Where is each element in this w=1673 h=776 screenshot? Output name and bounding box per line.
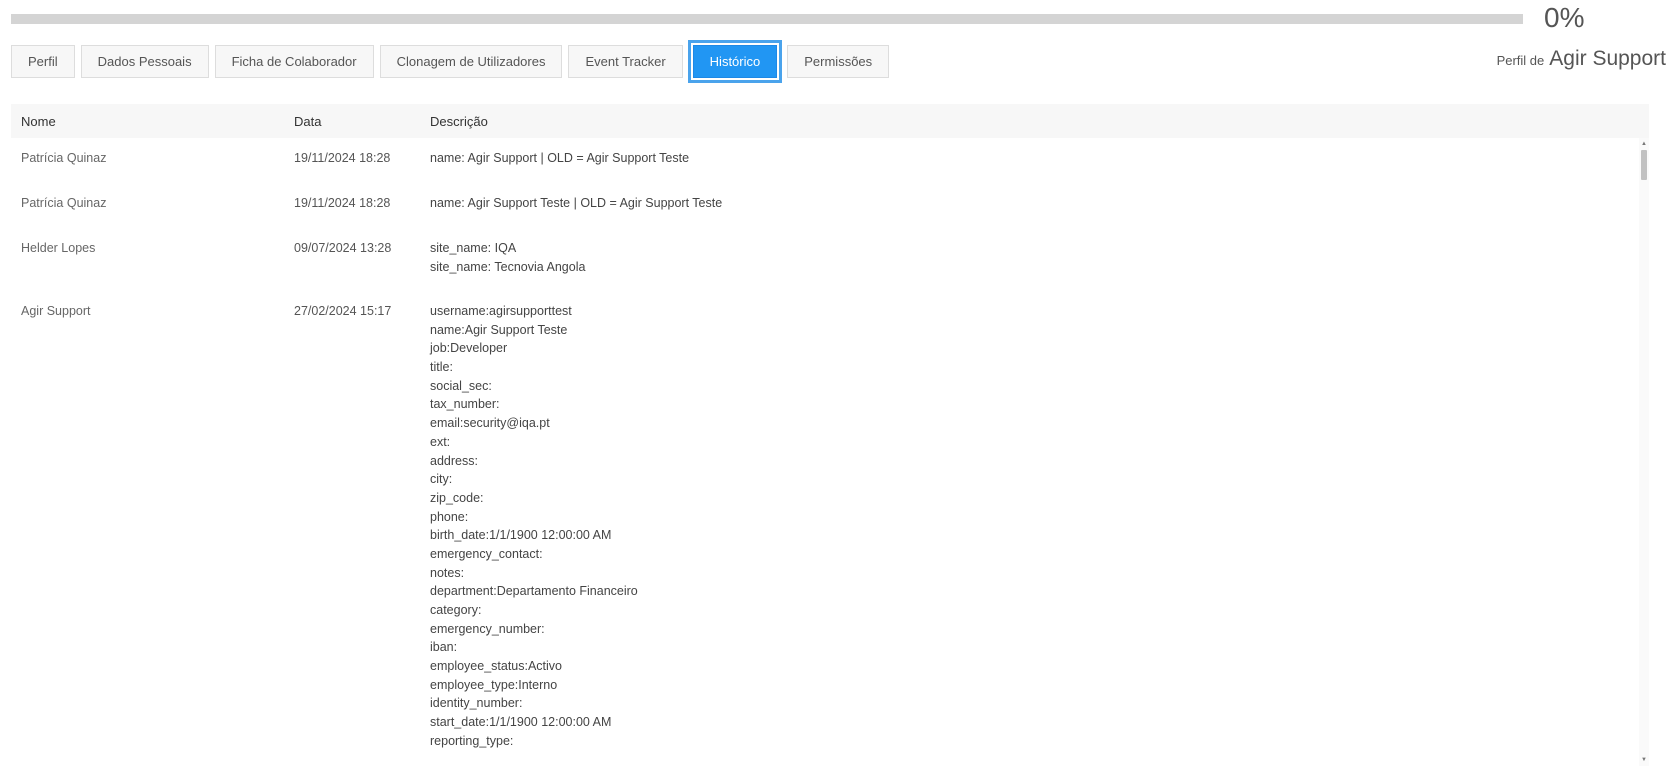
column-header-descricao[interactable]: Descrição xyxy=(430,114,488,129)
cell-descricao: name: Agir Support | OLD = Agir Support … xyxy=(430,149,1580,168)
table-row: Helder Lopes 09/07/2024 13:28 site_name: I… xyxy=(11,228,1636,291)
cell-nome: Patrícia Quinaz xyxy=(21,151,107,165)
descricao-line: city: xyxy=(430,472,453,487)
descricao-line: site_name: Tecnovia Angola xyxy=(430,259,586,274)
profile-title: Perfil de Agir Support xyxy=(1497,47,1666,71)
tab-event-tracker[interactable]: Event Tracker xyxy=(568,45,683,78)
scroll-up-arrow-icon[interactable]: ▲ xyxy=(1639,140,1649,148)
descricao-line: email:security@iqa.pt xyxy=(430,416,550,431)
table-body: Patrícia Quinaz 19/11/2024 18:28 name: Agi… xyxy=(11,138,1636,766)
descricao-line: phone: xyxy=(430,509,469,524)
column-header-nome[interactable]: Nome xyxy=(21,114,56,129)
descricao-line: address: xyxy=(430,453,478,468)
tab-ficha-de-colaborador[interactable]: Ficha de Colaborador xyxy=(214,45,374,78)
scroll-down-arrow-icon[interactable]: ▼ xyxy=(1639,756,1649,764)
table-row: Patrícia Quinaz 19/11/2024 18:28 name: Agi… xyxy=(11,138,1636,183)
tab-perfil[interactable]: Perfil xyxy=(11,45,75,78)
descricao-line: iban: xyxy=(430,640,458,655)
descricao-line: site_name: IQA xyxy=(430,241,517,255)
descricao-line: zip_code: xyxy=(430,490,484,505)
cell-descricao: name: Agir Support Teste | OLD = Agir Su… xyxy=(430,194,1580,213)
descricao-line: notes: xyxy=(430,565,465,580)
vertical-scrollbar[interactable]: ▲ ▼ xyxy=(1639,138,1649,766)
descricao-line: emergency_contact: xyxy=(430,546,543,561)
descricao-line: employee_type:Interno xyxy=(430,677,558,692)
descricao-line: tax_number: xyxy=(430,397,500,412)
descricao-line: birth_date:1/1/1900 12:00:00 AM xyxy=(430,528,612,543)
descricao-line: name: Agir Support Teste | OLD = Agir Su… xyxy=(430,196,723,210)
descricao-line: reporting_type: xyxy=(430,733,514,748)
column-header-data[interactable]: Data xyxy=(294,114,321,129)
descricao-line: name: Agir Support | OLD = Agir Support … xyxy=(430,151,690,165)
descricao-line: title: xyxy=(430,360,453,375)
cell-data: 19/11/2024 18:28 xyxy=(294,151,391,165)
tab-clonagem-de-utilizadores[interactable]: Clonagem de Utilizadores xyxy=(379,45,563,78)
table-row: Patrícia Quinaz 19/11/2024 18:28 name: Agi… xyxy=(11,183,1636,228)
descricao-line: category: xyxy=(430,603,482,617)
descricao-line: ext: xyxy=(430,434,451,449)
tab-historico[interactable]: Histórico xyxy=(687,40,783,83)
tab-bar: Perfil Dados Pessoais Ficha de Colaborad… xyxy=(11,40,890,83)
cell-descricao: site_name: IQA site_name: Tecnovia Angola xyxy=(430,239,1580,276)
descricao-line: job:Developer xyxy=(430,341,508,356)
descricao-line: employee_status:Activo xyxy=(430,659,563,674)
descricao-line: emergency_number: xyxy=(430,621,545,636)
cell-data: 09/07/2024 13:28 xyxy=(294,241,392,255)
descricao-line: social_sec: xyxy=(430,378,492,393)
descricao-line: username:agirsupporttest xyxy=(430,304,572,318)
cell-data: 27/02/2024 15:17 xyxy=(294,304,392,318)
profile-prefix: Perfil de xyxy=(1496,53,1545,68)
descricao-line: identity_number: xyxy=(430,696,523,711)
tab-dados-pessoais[interactable]: Dados Pessoais xyxy=(80,45,209,78)
scroll-thumb[interactable] xyxy=(1641,150,1647,180)
descricao-line: department:Departamento Financeiro xyxy=(430,584,638,599)
profile-name: Agir Support xyxy=(1549,47,1666,70)
cell-data: 19/11/2024 18:28 xyxy=(294,196,391,210)
descricao-line: start_date:1/1/1900 12:00:00 AM xyxy=(430,715,612,730)
tab-permissoes[interactable]: Permissões xyxy=(787,45,890,78)
descricao-line: name:Agir Support Teste xyxy=(430,322,568,337)
progress-label: 0% xyxy=(1544,2,1585,33)
progress-track xyxy=(11,14,1523,24)
cell-nome: Patrícia Quinaz xyxy=(21,196,107,210)
cell-descricao: username:agirsupporttest name:Agir Suppor… xyxy=(430,302,1580,751)
cell-nome: Helder Lopes xyxy=(21,241,96,255)
table-header: Nome Data Descrição xyxy=(11,104,1649,138)
table-row: Agir Support 27/02/2024 15:17 username:agi… xyxy=(11,291,1636,751)
cell-nome: Agir Support xyxy=(21,304,91,318)
history-table: Nome Data Descrição Patrícia Quinaz 19/11… xyxy=(11,104,1649,766)
